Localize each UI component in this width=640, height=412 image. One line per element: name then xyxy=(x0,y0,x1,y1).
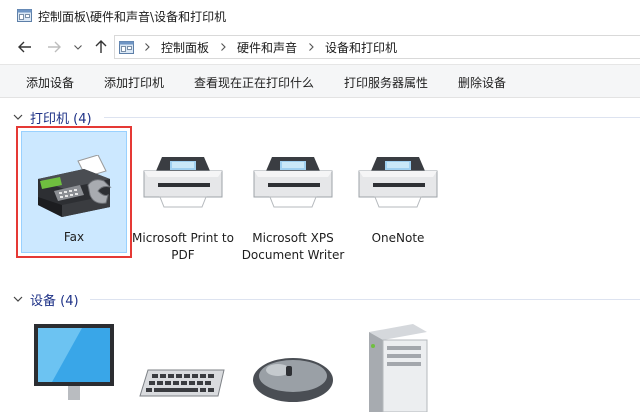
add-device-button[interactable]: 添加设备 xyxy=(26,74,74,91)
fax-icon xyxy=(38,155,112,217)
printer-tile-print-to-pdf[interactable]: Microsoft Print to PDF xyxy=(128,131,238,271)
device-tile-monitor[interactable] xyxy=(19,318,129,412)
chevron-right-icon[interactable] xyxy=(215,43,231,51)
up-button[interactable] xyxy=(92,38,110,56)
window-title: 控制面板\硬件和声音\设备和打印机 xyxy=(38,10,227,24)
print-server-properties-button[interactable]: 打印服务器属性 xyxy=(344,74,428,91)
add-printer-button[interactable]: 添加打印机 xyxy=(104,74,164,91)
printer-tile-fax[interactable]: Fax xyxy=(19,131,129,253)
arrow-right-icon xyxy=(48,41,61,53)
recent-locations-button[interactable] xyxy=(72,38,84,56)
printer-label: Fax xyxy=(63,230,85,244)
remove-device-button[interactable]: 删除设备 xyxy=(458,74,506,91)
printer-icon xyxy=(253,157,333,208)
control-panel-icon xyxy=(119,41,134,54)
breadcrumb: 控制面板 硬件和声音 设备和打印机 xyxy=(137,36,401,58)
chevron-right-icon[interactable] xyxy=(139,43,155,51)
chevron-down-icon xyxy=(13,114,23,120)
control-panel-icon xyxy=(17,9,32,22)
devices-group-label: 设备 (4) xyxy=(30,293,79,309)
address-box[interactable]: 控制面板 硬件和声音 设备和打印机 xyxy=(114,35,640,59)
see-whats-printing-button[interactable]: 查看现在正在打印什么 xyxy=(194,74,314,91)
breadcrumb-item-devices-printers[interactable]: 设备和打印机 xyxy=(321,39,401,56)
printer-label: OneNote xyxy=(371,231,425,245)
device-tile-keyboard[interactable] xyxy=(128,318,238,412)
title-bar: 控制面板\硬件和声音\设备和打印机 xyxy=(0,0,640,31)
back-button[interactable] xyxy=(16,38,34,56)
group-divider xyxy=(104,117,640,118)
devices-group-header[interactable]: 设备 (4) xyxy=(13,290,79,309)
printer-tile-xps-writer[interactable]: Microsoft XPS Document Writer xyxy=(238,131,348,281)
command-bar: 添加设备 添加打印机 查看现在正在打印什么 打印服务器属性 删除设备 xyxy=(0,64,640,98)
computer-tower-icon xyxy=(369,324,428,412)
printers-group-label: 打印机 (4) xyxy=(30,111,92,127)
chevron-down-icon xyxy=(13,296,23,302)
device-tile-computer[interactable] xyxy=(343,318,453,412)
printer-tile-onenote[interactable]: OneNote xyxy=(343,131,453,253)
printer-label: Microsoft XPS Document Writer xyxy=(241,231,345,262)
breadcrumb-item-hardware-sound[interactable]: 硬件和声音 xyxy=(233,39,301,56)
breadcrumb-item-control-panel[interactable]: 控制面板 xyxy=(157,39,213,56)
arrow-up-icon xyxy=(95,40,107,53)
keyboard-icon xyxy=(139,369,225,397)
printer-icon xyxy=(143,157,223,208)
group-divider xyxy=(90,299,640,300)
device-tile-mouse[interactable] xyxy=(238,318,348,412)
printer-icon xyxy=(358,157,438,208)
mouse-icon xyxy=(253,358,333,402)
monitor-icon xyxy=(34,324,114,400)
chevron-right-icon[interactable] xyxy=(303,43,319,51)
printers-group-header[interactable]: 打印机 (4) xyxy=(13,108,92,127)
forward-button[interactable] xyxy=(45,38,63,56)
printer-label: Microsoft Print to PDF xyxy=(132,231,234,262)
chevron-down-icon xyxy=(74,44,82,50)
address-bar: 控制面板 硬件和声音 设备和打印机 xyxy=(0,31,640,63)
arrow-left-icon xyxy=(18,41,31,53)
